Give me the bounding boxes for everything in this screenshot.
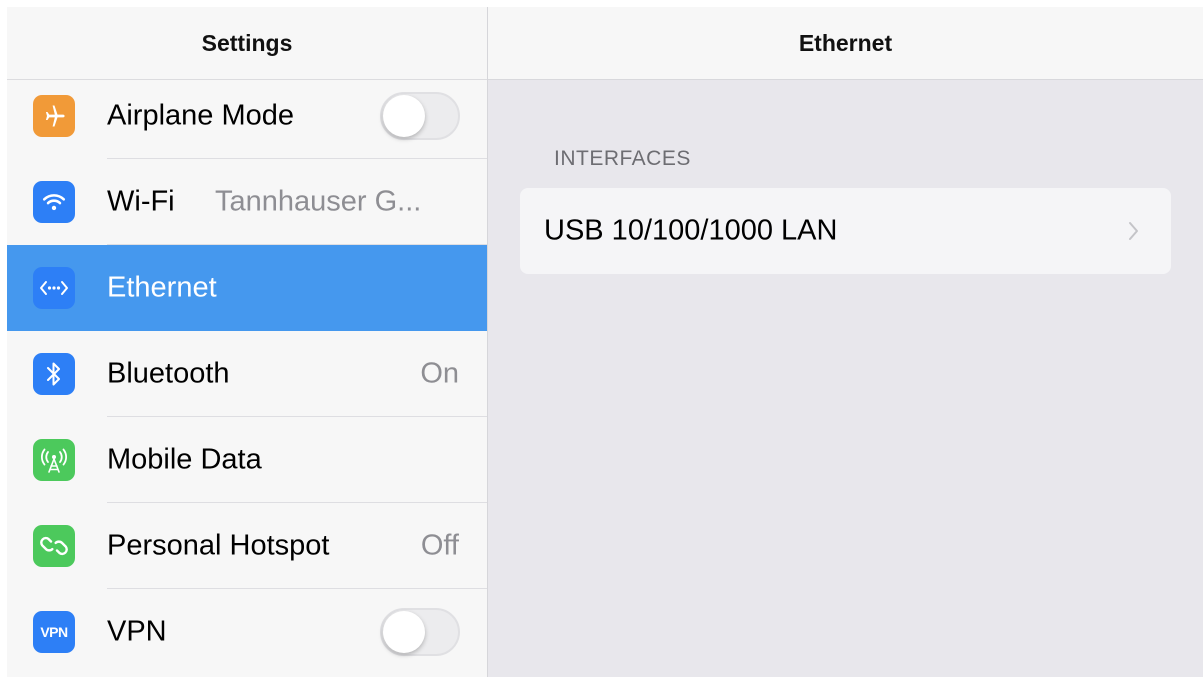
vpn-icon: VPN bbox=[33, 611, 75, 653]
toggle-knob bbox=[383, 611, 425, 653]
section-header-interfaces: INTERFACES bbox=[554, 147, 691, 170]
sidebar-title: Settings bbox=[7, 7, 487, 80]
bluetooth-status: On bbox=[420, 357, 459, 390]
sidebar-item-bluetooth[interactable]: Bluetooth On bbox=[7, 331, 487, 417]
hotspot-status: Off bbox=[420, 529, 459, 562]
toggle-knob bbox=[383, 95, 425, 137]
sidebar-item-personal-hotspot[interactable]: Personal Hotspot Off bbox=[7, 503, 487, 589]
airplane-mode-toggle[interactable] bbox=[380, 92, 460, 140]
sidebar-item-airplane-mode[interactable]: Airplane Mode bbox=[7, 73, 487, 159]
wifi-icon bbox=[33, 181, 75, 223]
wifi-network-name: Tannhauser G... bbox=[215, 185, 422, 218]
sidebar-item-label: Airplane Mode bbox=[107, 99, 294, 132]
interface-row-usb-lan[interactable]: USB 10/100/1000 LAN bbox=[520, 188, 1171, 274]
chevron-right-icon bbox=[1127, 219, 1141, 243]
ethernet-icon bbox=[33, 267, 75, 309]
sidebar-item-label: Mobile Data bbox=[107, 443, 262, 476]
sidebar-item-label: Ethernet bbox=[107, 271, 217, 304]
sidebar-item-label: Personal Hotspot bbox=[107, 529, 330, 562]
detail-pane: Ethernet INTERFACES USB 10/100/1000 LAN bbox=[488, 7, 1203, 677]
detail-title: Ethernet bbox=[488, 7, 1203, 80]
sidebar-item-ethernet[interactable]: Ethernet bbox=[7, 245, 487, 331]
sidebar-item-label: Wi-Fi bbox=[107, 185, 175, 218]
airplane-icon bbox=[33, 95, 75, 137]
sidebar-item-wifi[interactable]: Wi-Fi Tannhauser G... bbox=[7, 159, 487, 245]
sidebar-item-label: Bluetooth bbox=[107, 357, 230, 390]
vpn-toggle[interactable] bbox=[380, 608, 460, 656]
hotspot-icon bbox=[33, 525, 75, 567]
settings-sidebar: Settings Airplane Mode Wi-Fi Tannhauser … bbox=[7, 7, 487, 677]
sidebar-item-label: VPN bbox=[107, 615, 167, 648]
sidebar-item-vpn[interactable]: VPN VPN bbox=[7, 589, 487, 675]
interface-label: USB 10/100/1000 LAN bbox=[544, 214, 838, 247]
bluetooth-icon bbox=[33, 353, 75, 395]
sidebar-item-mobile-data[interactable]: Mobile Data bbox=[7, 417, 487, 503]
antenna-icon bbox=[33, 439, 75, 481]
